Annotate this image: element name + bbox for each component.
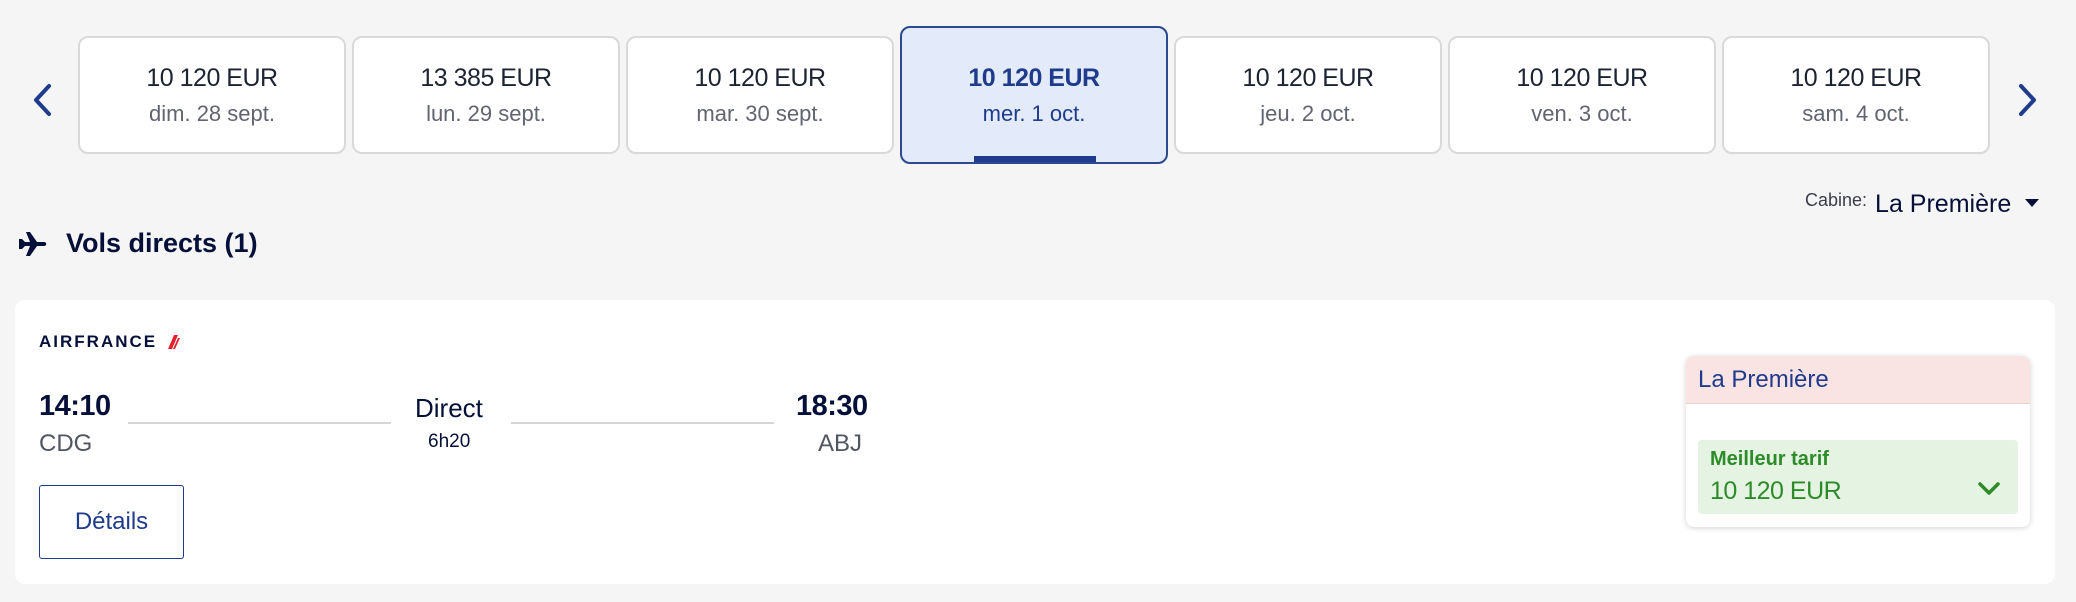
date-label: jeu. 2 oct. bbox=[1260, 100, 1356, 126]
section-title: Vols directs (1) bbox=[66, 228, 258, 258]
date-price: 10 120 EUR bbox=[1790, 63, 1922, 92]
flight-card: AIRFRANCE 14:10 CDG Direct 6h20 18:30 AB… bbox=[15, 300, 2055, 584]
date-price: 10 120 EUR bbox=[146, 63, 278, 92]
date-label: sam. 4 oct. bbox=[1802, 100, 1910, 126]
fare-cabin-header: La Première bbox=[1686, 356, 2030, 404]
date-option[interactable]: 10 120 EUR dim. 28 sept. bbox=[78, 36, 346, 154]
stops-label: Direct bbox=[415, 393, 483, 423]
date-option[interactable]: 10 120 EUR sam. 4 oct. bbox=[1722, 36, 1990, 154]
date-option[interactable]: 10 120 EUR jeu. 2 oct. bbox=[1174, 36, 1442, 154]
previous-dates-button[interactable] bbox=[22, 80, 62, 120]
date-label: ven. 3 oct. bbox=[1531, 100, 1633, 126]
departure-time: 14:10 bbox=[39, 390, 111, 422]
date-selector: 10 120 EUR dim. 28 sept. 13 385 EUR lun.… bbox=[78, 26, 1990, 164]
chevron-right-icon bbox=[2019, 84, 2036, 116]
date-label: mar. 30 sept. bbox=[696, 100, 824, 126]
best-fare-option[interactable]: Meilleur tarif 10 120 EUR bbox=[1698, 440, 2018, 514]
date-label: lun. 29 sept. bbox=[426, 100, 546, 126]
airline-logo: AIRFRANCE bbox=[39, 332, 181, 352]
plane-icon bbox=[19, 231, 47, 256]
date-label: dim. 28 sept. bbox=[149, 100, 275, 126]
route-line-left bbox=[128, 422, 391, 424]
cabin-value: La Première bbox=[1875, 190, 2012, 218]
date-label: mer. 1 oct. bbox=[982, 100, 1086, 126]
cabin-label: Cabine: bbox=[1805, 190, 1868, 210]
date-price: 10 120 EUR bbox=[968, 63, 1100, 92]
airline-name: AIRFRANCE bbox=[39, 332, 158, 351]
arrival-airport: ABJ bbox=[818, 430, 863, 457]
date-option-selected[interactable]: 10 120 EUR mer. 1 oct. bbox=[900, 26, 1168, 164]
airline-logo-icon bbox=[168, 335, 181, 349]
next-dates-button[interactable] bbox=[2008, 80, 2048, 120]
fare-panel: La Première Meilleur tarif 10 120 EUR bbox=[1686, 356, 2030, 527]
date-price: 10 120 EUR bbox=[1516, 63, 1648, 92]
route-line-right bbox=[511, 422, 774, 424]
date-price: 10 120 EUR bbox=[1242, 63, 1374, 92]
date-price: 13 385 EUR bbox=[420, 63, 552, 92]
details-button[interactable]: Détails bbox=[39, 485, 184, 559]
duration-label: 6h20 bbox=[428, 431, 471, 452]
date-option[interactable]: 10 120 EUR ven. 3 oct. bbox=[1448, 36, 1716, 154]
date-option[interactable]: 13 385 EUR lun. 29 sept. bbox=[352, 36, 620, 154]
departure-airport: CDG bbox=[39, 430, 93, 457]
best-fare-price: 10 120 EUR bbox=[1710, 477, 1842, 505]
caret-down-icon bbox=[2025, 199, 2040, 207]
best-fare-label: Meilleur tarif bbox=[1710, 448, 1829, 470]
date-price: 10 120 EUR bbox=[694, 63, 826, 92]
date-option[interactable]: 10 120 EUR mar. 30 sept. bbox=[626, 36, 894, 154]
chevron-down-icon bbox=[1978, 482, 2000, 495]
section-heading: Vols directs (1) bbox=[18, 228, 258, 259]
cabin-selector[interactable]: Cabine: La Première bbox=[1805, 190, 2040, 219]
arrival-time: 18:30 bbox=[796, 390, 868, 422]
chevron-left-icon bbox=[34, 84, 51, 116]
